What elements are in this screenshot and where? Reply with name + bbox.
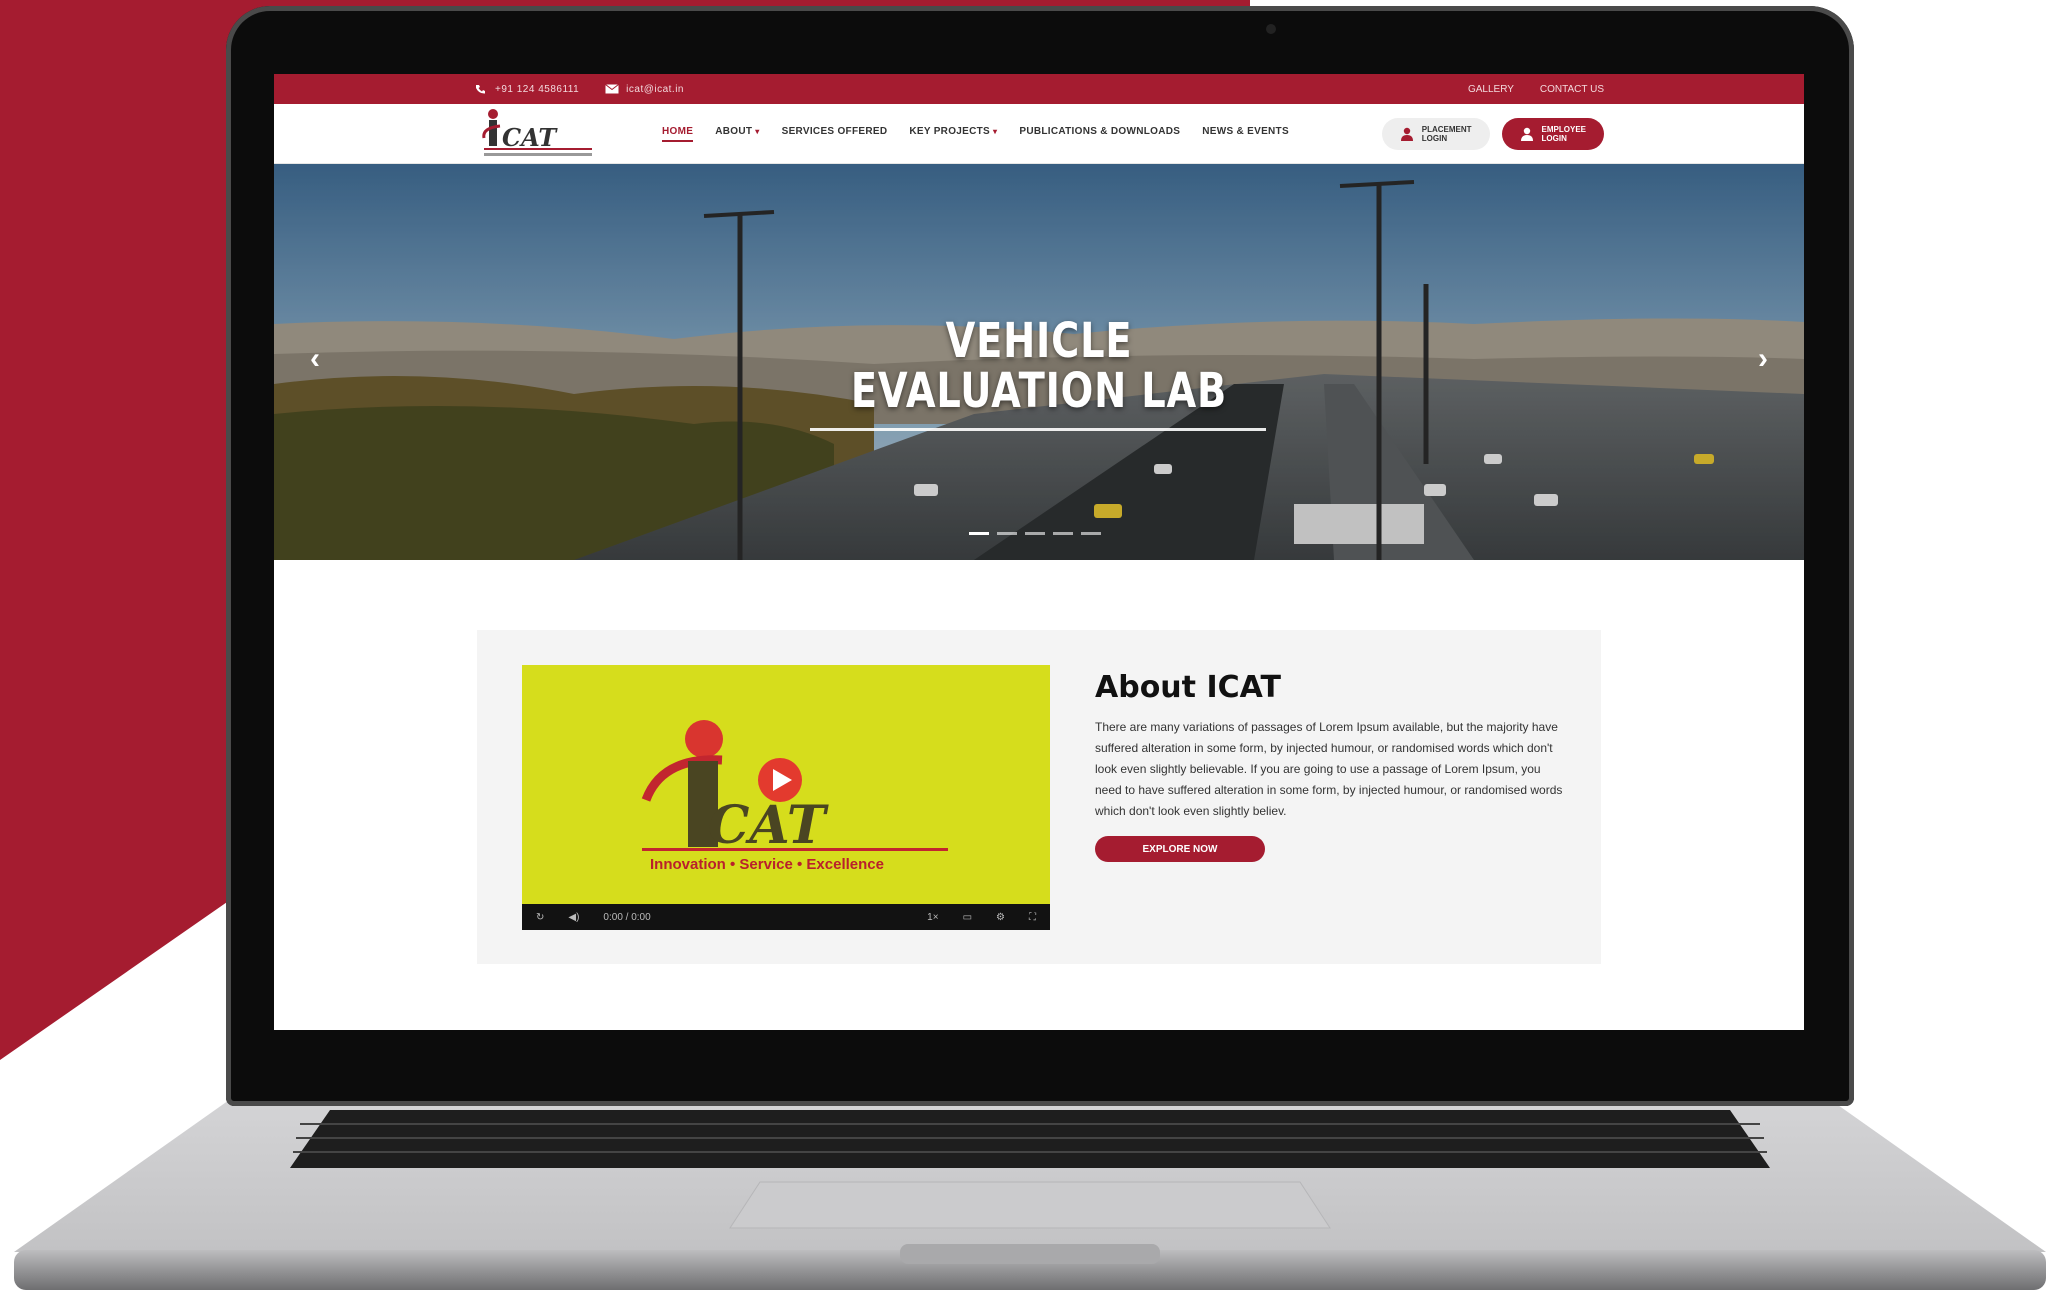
icat-logo-mark: CAT (482, 108, 592, 156)
nav-news-events[interactable]: NEWS & EVENTS (1202, 126, 1289, 142)
slider-dots (969, 532, 1101, 535)
svg-text:CAT: CAT (708, 795, 829, 856)
nav-about-label: ABOUT (715, 125, 753, 137)
phone-text: +91 124 4586111 (495, 83, 580, 95)
chevron-right-icon[interactable]: › (1758, 342, 1768, 376)
placement-login-line1: PLACEMENT (1421, 124, 1472, 134)
phone-contact[interactable]: +91 124 4586111 (474, 84, 579, 95)
svg-text:CAT: CAT (502, 123, 558, 152)
phone-icon (476, 85, 485, 94)
about-content: About ICAT There are many variations of … (1095, 670, 1565, 862)
nav-menu: HOME ABOUT ▾ SERVICES OFFERED KEY PROJECT… (662, 126, 1289, 142)
nav-key-projects[interactable]: KEY PROJECTS ▾ (909, 126, 997, 142)
nav-publications-label: PUBLICATIONS & DOWNLOADS (1019, 125, 1181, 137)
chevron-down-icon: ▾ (755, 126, 760, 136)
replay-icon[interactable]: ↻ (536, 912, 544, 923)
hero-underline (810, 428, 1266, 431)
employee-login-line2: LOGIN (1541, 133, 1567, 143)
video-controls: ↻ ◀) 0:00 / 0:00 1× ▭ ⚙ ⛶ (522, 904, 1050, 930)
nav-services[interactable]: SERVICES OFFERED (782, 126, 888, 142)
slider-dot[interactable] (969, 532, 989, 535)
about-title: About ICAT (1095, 670, 1281, 705)
explore-now-button[interactable]: EXPLORE NOW (1095, 836, 1265, 862)
nav-about[interactable]: ABOUT ▾ (715, 126, 759, 142)
stage: +91 124 4586111 icat@icat.in GALLERY CON… (0, 0, 2060, 1305)
nav-key-projects-label: KEY PROJECTS (909, 125, 991, 137)
speed-icon[interactable]: 1× (927, 912, 938, 923)
captions-icon[interactable]: ▭ (963, 912, 972, 923)
slider-dot[interactable] (1053, 532, 1073, 535)
placement-login-line2: LOGIN (1421, 133, 1448, 143)
hero-title-line1: VEHICLE (945, 313, 1133, 369)
placement-login-button[interactable]: PLACEMENT LOGIN (1381, 117, 1490, 150)
camera (1266, 24, 1276, 34)
top-bar: +91 124 4586111 icat@icat.in GALLERY CON… (274, 74, 1804, 104)
hero-title-line2: EVALUATION LAB (850, 363, 1228, 419)
main-nav: CAT HOME ABOUT ▾ SERVICES OFFERED KEY PRO… (274, 104, 1804, 164)
mail-icon (605, 84, 619, 94)
nav-news-events-label: NEWS & EVENTS (1202, 125, 1289, 137)
settings-icon[interactable]: ⚙ (996, 912, 1005, 923)
video-thumbnail: CAT Innovation • Service • Excellence (641, 720, 948, 873)
video-player[interactable]: CAT Innovation • Service • Excellence ↻ … (522, 665, 1050, 930)
nav-home-label: HOME (662, 125, 694, 137)
slider-dot[interactable] (1081, 532, 1101, 535)
employee-login-line1: EMPLOYEE (1541, 124, 1586, 134)
login-group: PLACEMENT LOGIN EMPLOYEE LOGIN (1381, 117, 1604, 150)
nav-home[interactable]: HOME (662, 125, 694, 142)
video-time: 0:00 / 0:00 (603, 911, 651, 923)
website-screen: +91 124 4586111 icat@icat.in GALLERY CON… (274, 74, 1804, 1030)
about-section: CAT Innovation • Service • Excellence ↻ … (477, 630, 1601, 964)
fullscreen-icon[interactable]: ⛶ (1029, 912, 1036, 923)
employee-login-button[interactable]: EMPLOYEE LOGIN (1501, 117, 1604, 150)
volume-icon[interactable]: ◀) (568, 912, 579, 923)
hero-slider: VEHICLE EVALUATION LAB ‹ › (274, 164, 1804, 560)
slider-dot[interactable] (997, 532, 1017, 535)
hero-title: VEHICLE EVALUATION LAB (427, 316, 1651, 416)
contact-link[interactable]: CONTACT US (1540, 84, 1604, 95)
video-tagline: Innovation • Service • Excellence (650, 856, 884, 873)
email-text: icat@icat.in (626, 83, 684, 95)
user-icon (1400, 127, 1413, 141)
icat-logo[interactable]: CAT (480, 108, 600, 160)
nav-publications[interactable]: PUBLICATIONS & DOWNLOADS (1019, 126, 1180, 142)
gallery-link[interactable]: GALLERY (1468, 84, 1514, 95)
chevron-left-icon[interactable]: ‹ (310, 342, 320, 376)
nav-services-label: SERVICES OFFERED (781, 125, 888, 137)
about-body: There are many variations of passages of… (1095, 720, 1563, 818)
slider-dot[interactable] (1025, 532, 1045, 535)
email-contact[interactable]: icat@icat.in (605, 84, 684, 95)
chevron-down-icon: ▾ (993, 126, 998, 136)
user-icon (1520, 127, 1533, 141)
